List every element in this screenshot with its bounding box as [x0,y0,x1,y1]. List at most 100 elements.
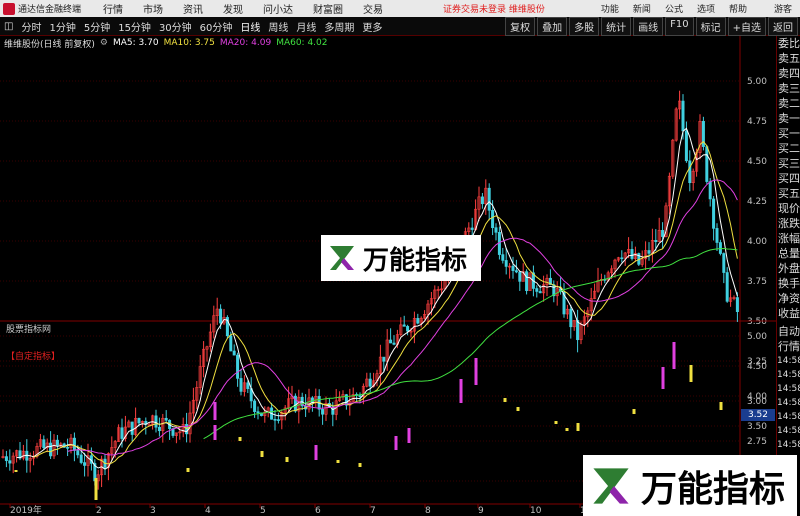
indicator-bar [719,402,723,410]
candle-body [535,288,539,292]
indicator-bar [672,342,676,369]
candle-body [715,228,719,243]
menu-hangqing[interactable]: 行情 [103,1,123,16]
candle-body [66,447,70,449]
candle-body [708,181,712,200]
price-axis-label: 3.75 [747,277,767,287]
candle-body [705,146,709,182]
indicator-bar [394,436,398,450]
candle-body [518,271,522,282]
candle-body [389,339,393,344]
tab-60min[interactable]: 60分钟 [196,19,237,34]
auto-quote-label: 自动 [778,325,800,338]
indicator-bar [358,463,362,467]
candle-body [42,439,46,448]
watermark-text: 万能指标 [363,245,468,276]
menu-shichang[interactable]: 市场 [143,1,163,16]
candle-body [137,418,141,424]
candle-body [8,460,12,464]
menu-jiaoyi[interactable]: 交易 [363,1,383,16]
xaxis-label: 2019年 [10,504,42,516]
guest-user[interactable]: 游客 [774,2,792,15]
indicator-bar [459,379,463,403]
indicator-bar [285,457,289,462]
quote-label: 卖四 [778,67,800,80]
indicator-bar [407,428,411,443]
candle-body [358,395,362,397]
xaxis-label: 2 [96,506,102,516]
add-watchlist-button[interactable]: +自选 [727,16,766,36]
tick-time: 14:58 [777,412,800,422]
indicator-bar [474,358,478,385]
tab-1min[interactable]: 1分钟 [45,19,79,34]
mark-button[interactable]: 标记 [695,16,726,36]
menu-zixun[interactable]: 资讯 [183,1,203,16]
candle-body [630,249,634,259]
watermark-logo-icon [330,246,354,270]
quote-label: 卖二 [778,97,800,110]
candle-body [416,318,420,324]
timeframe-toolbar: ◫ 分时 1分钟 5分钟 15分钟 30分钟 60分钟 日线 周线 月线 多周期… [0,16,800,36]
candle-body [120,427,124,439]
tab-5min[interactable]: 5分钟 [80,19,114,34]
quote-label: 卖一 [778,112,800,125]
fuquan-button[interactable]: 复权 [505,16,536,36]
login-notice[interactable]: 证券交易未登录 维维股份 [443,2,545,15]
candle-body [501,254,505,261]
tab-weekly[interactable]: 周线 [264,19,292,34]
menu-gongneng[interactable]: 功能 [601,2,619,15]
menu-xuanxiang[interactable]: 选项 [697,2,715,15]
candle-body [620,257,624,260]
stats-button[interactable]: 统计 [601,16,632,36]
indicator-bar [314,445,318,460]
candle-body [232,350,236,356]
candle-body [725,272,729,302]
xaxis-label: 9 [478,506,484,516]
tab-more[interactable]: 更多 [358,19,386,34]
tick-time: 14:58 [777,356,800,366]
candle-body [239,378,243,392]
tab-30min[interactable]: 30分钟 [155,19,196,34]
price-axis-label: 2.75 [747,437,767,447]
indicator-bar [186,468,190,472]
tab-daily[interactable]: 日线 [236,19,264,34]
xaxis-label: 4 [205,506,211,516]
candle-body [504,260,508,267]
price-axis-label: 4.00 [747,237,767,247]
candle-body [470,227,474,230]
draw-line-button[interactable]: 画线 [633,16,664,36]
xaxis-label: 8 [425,506,431,516]
quote-label: 现价 [778,202,800,215]
quote-label: 委比 [778,37,800,50]
app-logo-icon [3,2,15,15]
app-title: 通达信金融终端 [18,5,82,15]
candle-body [514,270,518,273]
menu-bangzhu[interactable]: 帮助 [729,2,747,15]
f10-button[interactable]: F10 [665,16,694,36]
tab-multi-period[interactable]: 多周期 [320,19,358,34]
candle-body [236,354,240,379]
menu-faxian[interactable]: 发现 [223,1,243,16]
candle-body [735,297,739,313]
indicator-current-value: 3.52 [741,409,775,421]
watermark-text-large: 万能指标 [641,468,786,510]
menu-wenxiaoda[interactable]: 问小达 [263,1,293,16]
toolbar-toggle-icon[interactable]: ◫ [0,21,17,32]
overlay-button[interactable]: 叠加 [537,16,568,36]
candle-body [256,411,260,414]
indicator-bar [213,425,217,440]
menu-gongshi[interactable]: 公式 [665,2,683,15]
menu-caifuquan[interactable]: 财富圈 [313,1,343,16]
candle-body [406,326,410,332]
tab-fenshi[interactable]: 分时 [17,19,45,34]
tab-monthly[interactable]: 月线 [292,19,320,34]
tab-15min[interactable]: 15分钟 [114,19,155,34]
quote-label: 卖三 [778,82,800,95]
back-button[interactable]: 返回 [768,16,798,36]
quote-label: 卖五 [778,52,800,65]
multi-stock-button[interactable]: 多股 [569,16,600,36]
watermark-corner: 万能指标 [583,455,797,516]
indicator-bar [632,409,636,414]
candle-body [4,456,8,461]
menu-xinwen[interactable]: 新闻 [633,2,651,15]
